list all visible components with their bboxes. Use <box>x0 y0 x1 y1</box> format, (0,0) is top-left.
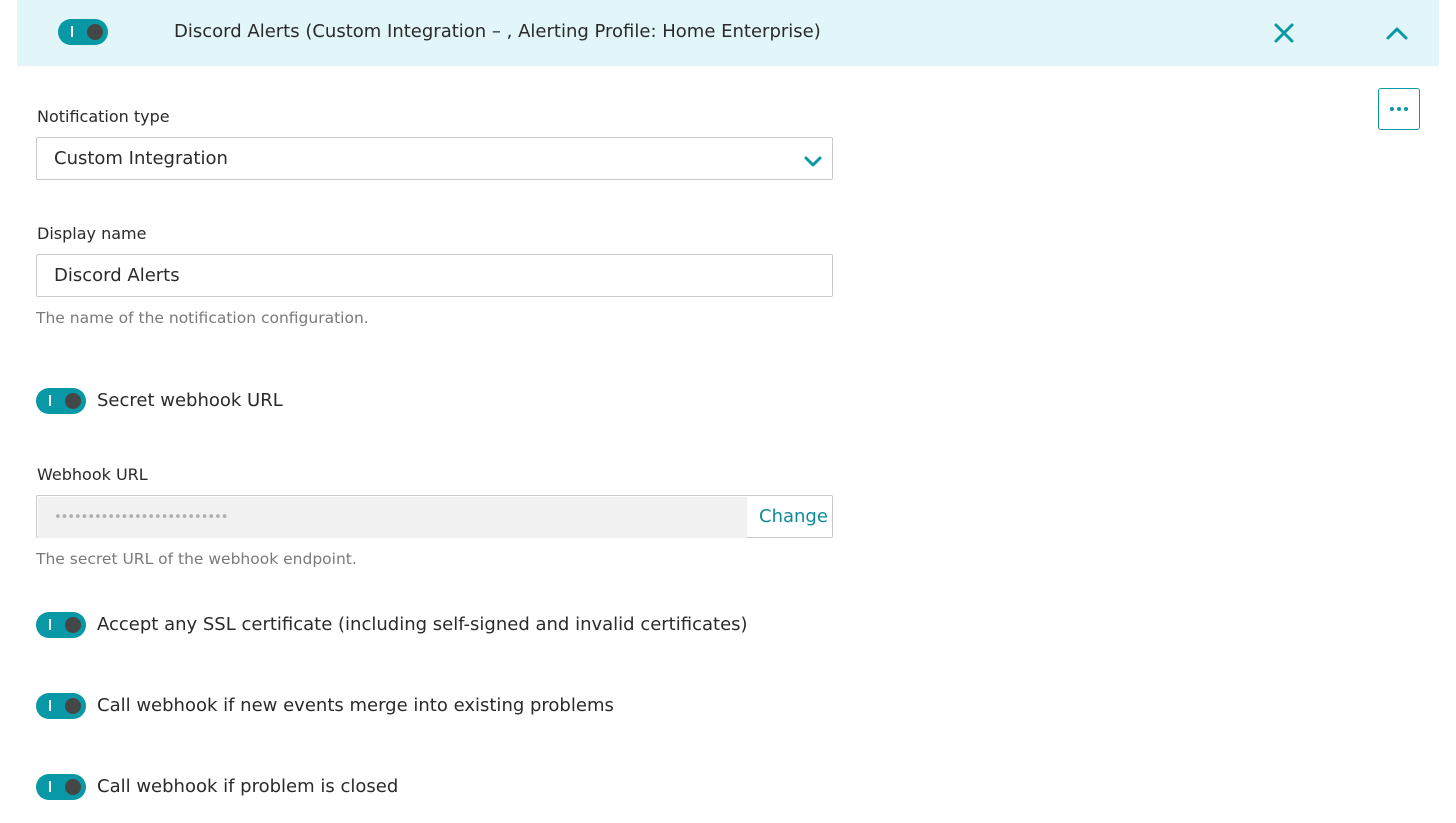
notification-type-select[interactable]: Custom Integration <box>36 137 833 180</box>
display-name-value: Discord Alerts <box>54 265 180 286</box>
display-name-label: Display name <box>37 224 147 243</box>
merge-events-toggle[interactable] <box>36 693 86 719</box>
webhook-url-masked-value: •••••••••••••••••••••••••• <box>54 510 228 525</box>
close-icon[interactable] <box>1274 23 1294 43</box>
config-header: Discord Alerts (Custom Integration – , A… <box>17 0 1439 66</box>
merge-events-label: Call webhook if new events merge into ex… <box>97 695 614 716</box>
more-actions-button[interactable] <box>1378 88 1420 130</box>
webhook-url-field: •••••••••••••••••••••••••• Change <box>36 495 833 538</box>
display-name-input[interactable]: Discord Alerts <box>36 254 833 297</box>
ellipsis-icon <box>1390 107 1394 111</box>
accept-ssl-toggle[interactable] <box>36 612 86 638</box>
webhook-url-label: Webhook URL <box>37 465 148 484</box>
problem-closed-label: Call webhook if problem is closed <box>97 776 399 797</box>
chevron-down-icon <box>804 153 822 167</box>
webhook-url-hint: The secret URL of the webhook endpoint. <box>36 550 357 568</box>
change-webhook-url-link[interactable]: Change <box>759 506 828 527</box>
webhook-url-masked-input: •••••••••••••••••••••••••• <box>38 497 747 538</box>
notification-type-label: Notification type <box>37 107 170 126</box>
chevron-up-icon[interactable] <box>1386 25 1408 40</box>
notification-type-value: Custom Integration <box>54 148 228 169</box>
problem-closed-toggle[interactable] <box>36 774 86 800</box>
enable-toggle[interactable] <box>58 19 108 45</box>
secret-webhook-label: Secret webhook URL <box>97 390 283 411</box>
accept-ssl-label: Accept any SSL certificate (including se… <box>97 614 748 635</box>
display-name-hint: The name of the notification configurati… <box>36 309 369 327</box>
header-title: Discord Alerts (Custom Integration – , A… <box>174 21 821 42</box>
secret-webhook-toggle[interactable] <box>36 388 86 414</box>
